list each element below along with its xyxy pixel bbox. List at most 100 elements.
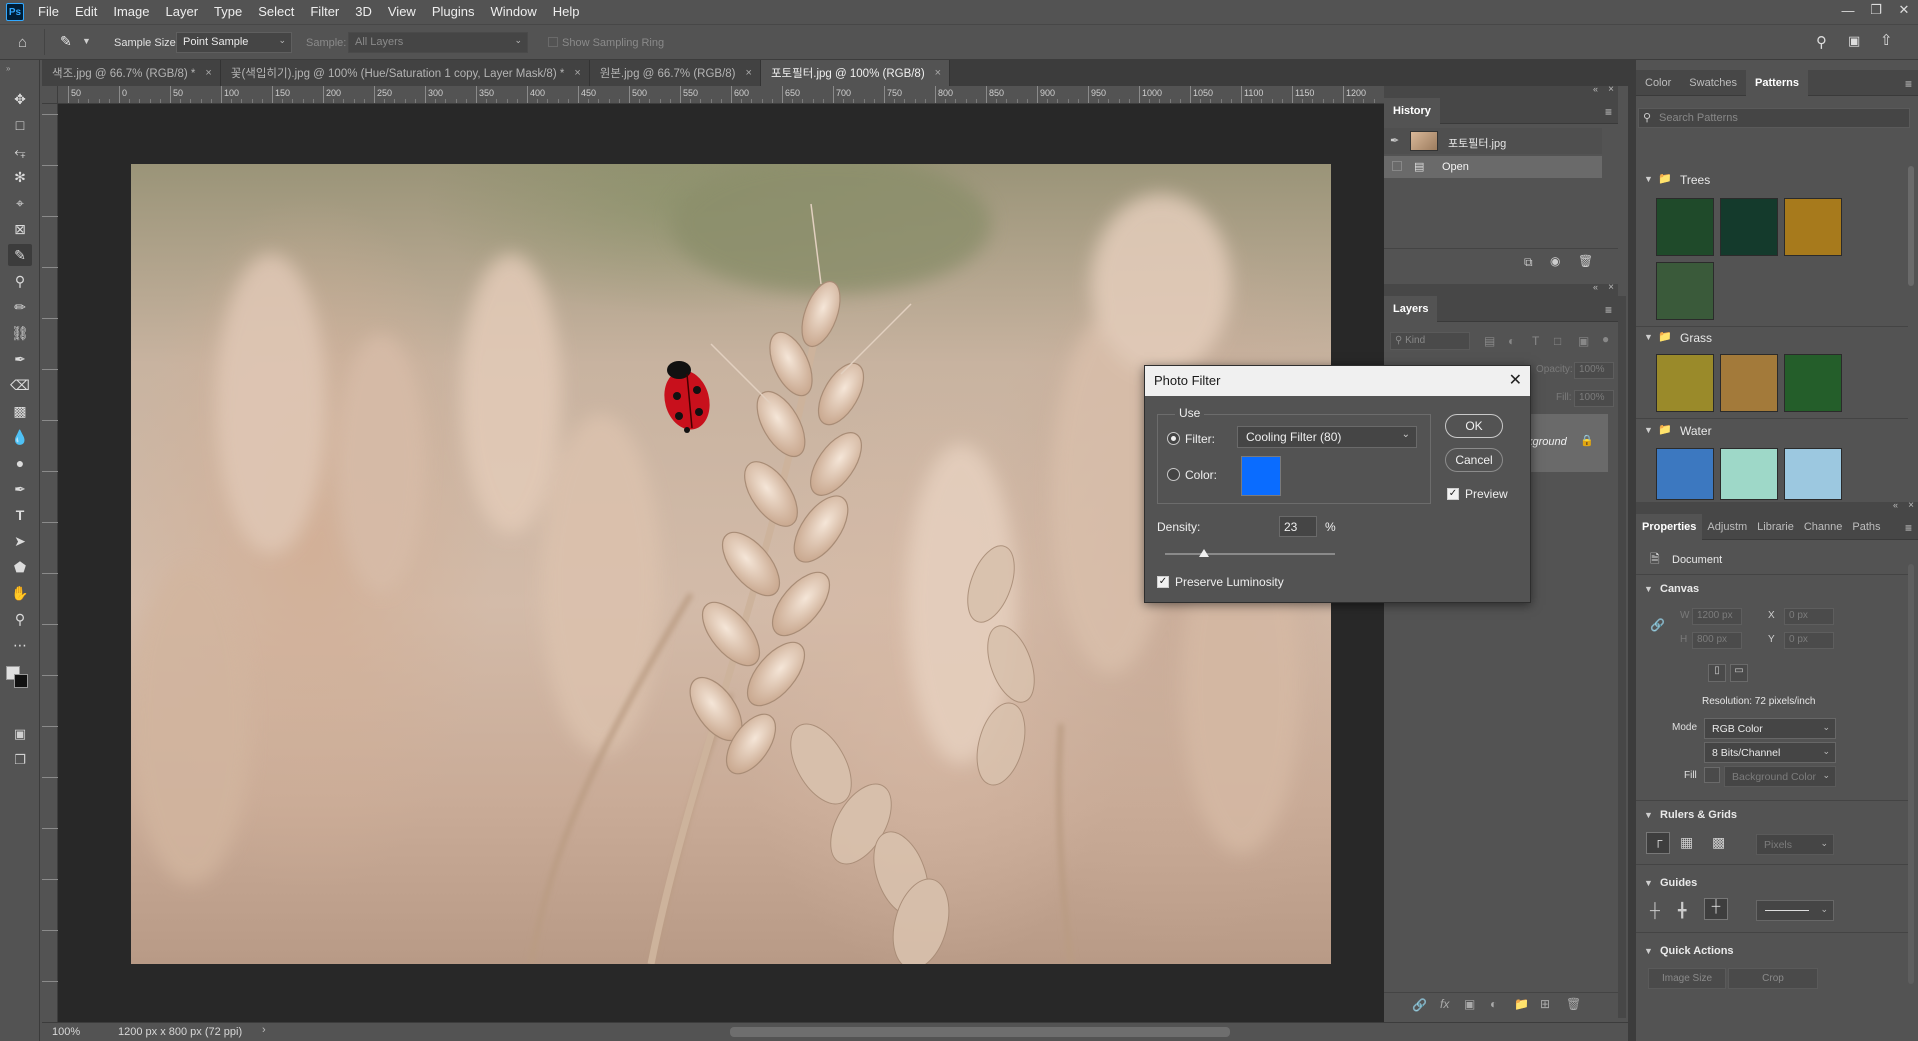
panel-menu-icon[interactable]: ≡: [1905, 77, 1912, 91]
crop-tool-icon[interactable]: ⌖: [8, 192, 32, 214]
chevron-down-icon[interactable]: ▼: [82, 36, 91, 46]
density-slider-track[interactable]: [1165, 553, 1335, 555]
tab-document-4[interactable]: 포토필터.jpg @ 100% (RGB/8) ×: [760, 60, 951, 86]
width-field[interactable]: 1200 px: [1692, 608, 1742, 625]
pattern-swatch[interactable]: [1784, 448, 1842, 500]
color-radio[interactable]: [1167, 468, 1180, 481]
guides-toggle-icon[interactable]: ┼: [1650, 902, 1660, 918]
menu-view[interactable]: View: [380, 0, 424, 24]
adjustment-filter-icon[interactable]: ◐: [1508, 334, 1515, 348]
chevron-down-icon[interactable]: ▼: [1644, 584, 1653, 594]
tab-swatches[interactable]: Swatches: [1680, 70, 1746, 96]
more-tools-icon[interactable]: ⋯: [8, 634, 32, 656]
x-field[interactable]: 0 px: [1784, 608, 1834, 625]
trash-icon[interactable]: 🗑: [1578, 254, 1593, 268]
fill-color-swatch[interactable]: [1704, 767, 1720, 783]
grid-toggle-icon[interactable]: ▦: [1680, 834, 1693, 851]
pixel-filter-icon[interactable]: ▤: [1484, 334, 1495, 348]
new-layer-icon[interactable]: ⊞: [1540, 997, 1550, 1011]
history-snapshot-row[interactable]: ✒ 포토필터.jpg: [1384, 128, 1602, 154]
tab-document-3[interactable]: 원본.jpg @ 66.7% (RGB/8) ×: [589, 60, 761, 86]
type-tool-icon[interactable]: T: [8, 504, 32, 526]
menu-file[interactable]: File: [30, 0, 67, 24]
history-tab[interactable]: History: [1384, 97, 1440, 124]
horizontal-ruler[interactable]: 50 0 50 100 150 200 250 300 350 400 450 500 550 600 65…: [58, 86, 1384, 104]
screen-mode-icon[interactable]: ❐: [8, 752, 32, 770]
add-mask-icon[interactable]: ▣: [1464, 997, 1475, 1011]
link-layers-icon[interactable]: 🔗: [1412, 998, 1427, 1012]
zoom-tool-icon[interactable]: ⚲: [8, 608, 32, 630]
pattern-swatch[interactable]: [1784, 198, 1842, 256]
height-field[interactable]: 800 px: [1692, 632, 1742, 649]
group-water-label[interactable]: Water: [1680, 424, 1712, 438]
image-size-button[interactable]: Image Size: [1648, 968, 1726, 989]
pen-tool-icon[interactable]: ✒: [8, 478, 32, 500]
home-icon[interactable]: ⌂: [18, 34, 27, 51]
menu-select[interactable]: Select: [250, 0, 302, 24]
group-grass-label[interactable]: Grass: [1680, 331, 1712, 345]
menu-edit[interactable]: Edit: [67, 0, 105, 24]
sample-size-select[interactable]: Point Sample ⌄: [176, 32, 292, 53]
mode-select[interactable]: RGB Color ⌄: [1704, 718, 1836, 739]
panel-menu-icon[interactable]: ≡: [1605, 303, 1612, 317]
pattern-swatch[interactable]: [1720, 354, 1778, 412]
tab-document-1[interactable]: 색조.jpg @ 66.7% (RGB/8) * ×: [42, 60, 221, 86]
sampling-ring-checkbox[interactable]: [548, 37, 558, 47]
ruler-toggle-icon[interactable]: ┌: [1646, 832, 1670, 854]
patterns-scrollbar[interactable]: [1908, 166, 1914, 286]
trash-icon[interactable]: 🗑: [1566, 997, 1581, 1011]
zoom-level[interactable]: 100%: [52, 1026, 80, 1038]
pattern-swatch[interactable]: [1656, 354, 1714, 412]
collapse-icon[interactable]: «: [1593, 282, 1598, 292]
menu-filter[interactable]: Filter: [302, 0, 347, 24]
link-dimensions-icon[interactable]: 🔗: [1650, 618, 1665, 632]
hand-tool-icon[interactable]: ✋: [8, 582, 32, 604]
new-group-icon[interactable]: 📁: [1514, 997, 1529, 1011]
menu-help[interactable]: Help: [545, 0, 588, 24]
tab-paths[interactable]: Paths: [1847, 514, 1885, 540]
menu-plugins[interactable]: Plugins: [424, 0, 483, 24]
new-document-from-state-icon[interactable]: ⧉: [1524, 255, 1533, 270]
layers-tab[interactable]: Layers: [1384, 295, 1438, 322]
close-panel-icon[interactable]: ×: [1608, 282, 1614, 293]
eyedropper-preset-icon[interactable]: ✎: [60, 33, 72, 50]
chevron-down-icon[interactable]: ▼: [1644, 425, 1653, 435]
brush-tool-icon[interactable]: ✏: [8, 296, 32, 318]
clone-stamp-tool-icon[interactable]: ⛓: [8, 322, 32, 344]
pattern-swatch[interactable]: [1720, 198, 1778, 256]
chevron-down-icon[interactable]: ▼: [1644, 810, 1653, 820]
close-tab-icon[interactable]: ×: [746, 67, 752, 79]
collapse-toolbar-icon[interactable]: »: [6, 64, 10, 73]
pattern-swatch[interactable]: [1720, 448, 1778, 500]
landscape-orientation-icon[interactable]: ▭: [1730, 664, 1748, 682]
menu-3d[interactable]: 3D: [347, 0, 380, 24]
fx-icon[interactable]: fx: [1440, 997, 1449, 1011]
adjustment-layer-icon[interactable]: ◐: [1490, 997, 1497, 1011]
frame-tool-icon[interactable]: ⊠: [8, 218, 32, 240]
tab-adjustments[interactable]: Adjustm: [1702, 514, 1752, 540]
menu-type[interactable]: Type: [206, 0, 250, 24]
chevron-down-icon[interactable]: ▼: [1644, 946, 1653, 956]
type-filter-icon[interactable]: T: [1532, 334, 1539, 348]
history-brush-source-icon[interactable]: ✒: [1390, 134, 1399, 147]
path-selection-tool-icon[interactable]: ➤: [8, 530, 32, 552]
fill-select[interactable]: Background Color ⌄: [1724, 766, 1836, 787]
fill-field[interactable]: 100%: [1574, 390, 1614, 407]
preview-checkbox[interactable]: ✓: [1447, 488, 1459, 500]
panel-menu-icon[interactable]: ≡: [1905, 521, 1912, 535]
shape-filter-icon[interactable]: □: [1554, 334, 1561, 348]
chevron-right-icon[interactable]: ›: [262, 1024, 266, 1036]
quick-selection-tool-icon[interactable]: ✻: [8, 166, 32, 188]
group-trees-label[interactable]: Trees: [1680, 173, 1710, 187]
guide-style-select[interactable]: ⌄: [1756, 900, 1834, 921]
density-slider-thumb[interactable]: [1199, 549, 1210, 557]
add-guide-icon[interactable]: ╋: [1678, 902, 1686, 919]
eraser-tool-icon[interactable]: ⌫: [8, 374, 32, 396]
cancel-button[interactable]: Cancel: [1445, 448, 1503, 472]
pixel-grid-toggle-icon[interactable]: ▩: [1712, 834, 1725, 851]
pattern-swatch[interactable]: [1656, 198, 1714, 256]
chevron-down-icon[interactable]: ▼: [1644, 174, 1653, 184]
workspace-icon[interactable]: ▣: [1848, 33, 1860, 49]
history-state-checkbox[interactable]: [1392, 161, 1402, 171]
history-brush-tool-icon[interactable]: ✒: [8, 348, 32, 370]
